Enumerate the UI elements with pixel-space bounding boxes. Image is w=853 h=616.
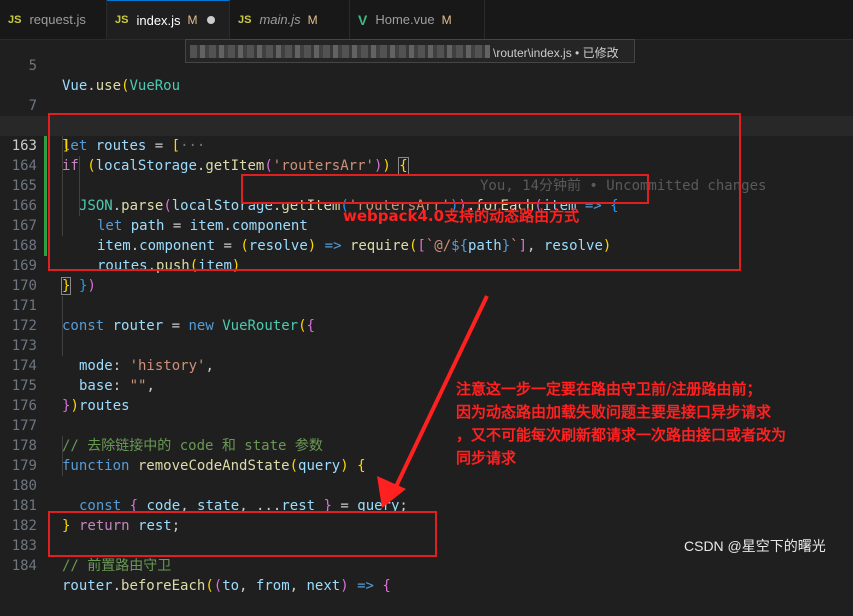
red-arrow-icon: [377, 295, 489, 508]
csdn-watermark: CSDN @星空下的曙光: [684, 538, 826, 554]
